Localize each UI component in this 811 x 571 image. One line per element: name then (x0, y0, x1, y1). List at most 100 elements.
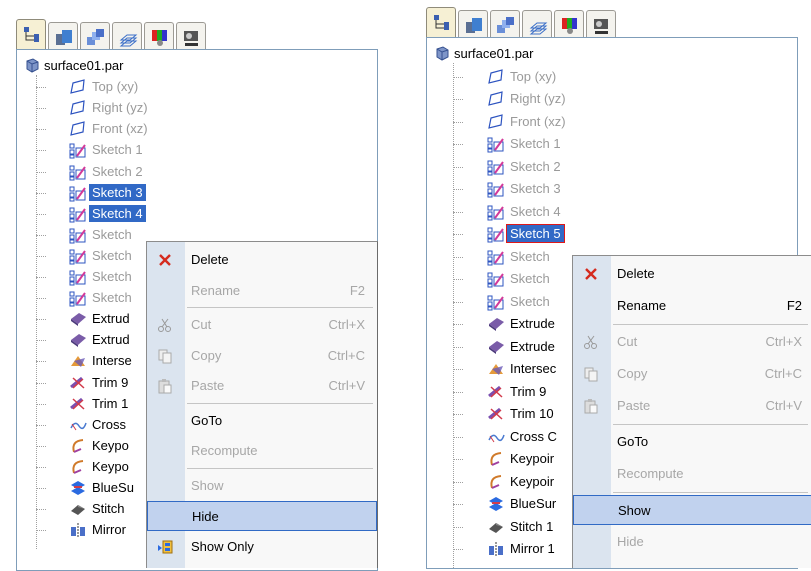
tree-item-label: Sketch (92, 247, 132, 263)
mirror-icon (69, 521, 87, 539)
bluesurf-icon (69, 479, 87, 497)
menu-item-delete[interactable]: Delete (573, 259, 811, 289)
tree-branch-line (36, 171, 46, 174)
trim-icon (69, 395, 87, 413)
tab-assembly[interactable] (80, 22, 110, 50)
tree-branch-line (453, 189, 463, 191)
sketch-icon (487, 270, 505, 288)
tree-item-label: Sketch (510, 293, 550, 309)
menu-item-paste[interactable]: Paste Ctrl+V (147, 371, 377, 401)
tree-item-label: Sketch (92, 226, 132, 242)
tab-part-library[interactable] (48, 22, 78, 50)
menu-item-show[interactable]: Show (147, 471, 377, 501)
right-panel: surface01.par Top (xy) Right (yz) Front (xz… (410, 0, 811, 569)
menu-item-cut[interactable]: Cut Ctrl+X (147, 310, 377, 340)
part-library-icon (56, 30, 72, 45)
menu-shortcut: F2 (786, 298, 802, 313)
plane-icon (69, 120, 87, 138)
tree-connector-line (36, 75, 38, 550)
tab-feature-tree[interactable] (426, 7, 456, 38)
menu-item-label: Show (191, 477, 224, 493)
menu-item-hide[interactable]: Hide (147, 501, 377, 531)
menu-item-label: Paste (617, 398, 651, 413)
tree-item-label: Sketch 3 (510, 181, 561, 196)
menu-item-recompute[interactable]: Recompute (147, 436, 377, 466)
tab-color[interactable] (144, 22, 174, 50)
menu-item-copy[interactable]: Copy Ctrl+C (147, 341, 377, 371)
trim-icon (69, 374, 87, 392)
menu-shortcut: Ctrl+C (327, 347, 365, 363)
tree-item-label: Keypoir (510, 473, 555, 489)
menu-item-hide[interactable]: Hide (573, 527, 811, 557)
menu-item-delete[interactable]: Delete (147, 245, 377, 275)
delete-icon (583, 266, 599, 282)
tab-color[interactable] (554, 10, 584, 38)
tree-item-label: Sketch 4 (89, 204, 146, 222)
tree-branch-line (453, 391, 463, 394)
menu-item-cut[interactable]: Cut Ctrl+X (573, 327, 811, 357)
sketch-icon (69, 163, 87, 181)
bluesurf-icon (487, 495, 505, 513)
part-file-icon (433, 45, 451, 63)
menu-shortcut: Ctrl+V (765, 398, 802, 413)
menu-item-show-only[interactable]: Show Only (147, 532, 377, 562)
menu-item-label: Copy (617, 366, 648, 381)
tab-assembly[interactable] (490, 10, 520, 38)
tree-branch-line (36, 319, 46, 321)
camera-icon (184, 31, 198, 46)
menu-item-rename[interactable]: Rename F2 (147, 276, 377, 306)
menu-item-label: Recompute (617, 466, 684, 481)
paste-icon (583, 398, 599, 414)
tab-layers[interactable] (112, 22, 142, 50)
tree-item-label: Sketch 3 (89, 183, 146, 201)
sketch-icon (487, 158, 505, 176)
tree-item-label: BlueSu (92, 480, 134, 495)
tree-item-label: Intersec (510, 361, 557, 376)
menu-item-label: Show Only (191, 538, 254, 554)
tree-item-label: Interse (92, 353, 132, 369)
menu-separator (613, 492, 808, 493)
tree-branch-line (36, 129, 46, 131)
menu-item-rename[interactable]: Rename F2 (573, 291, 811, 321)
feature-tree-icon (434, 15, 449, 30)
menu-item-label: Hide (617, 534, 644, 549)
color-icon (152, 30, 167, 46)
tree-item-label: Keypo (92, 437, 129, 453)
menu-item-label: Delete (617, 266, 655, 281)
menu-item-label: GoTo (191, 412, 223, 428)
tree-branch-line (36, 192, 46, 195)
extrude-icon (487, 338, 505, 356)
color-icon (562, 18, 577, 34)
tab-camera[interactable] (586, 10, 616, 38)
tab-feature-tree[interactable] (16, 19, 46, 50)
menu-shortcut: Ctrl+X (765, 334, 802, 349)
tree-branch-line (453, 144, 463, 146)
menu-item-show[interactable]: Show (573, 495, 811, 525)
menu-item-goto[interactable]: GoTo (573, 427, 811, 457)
menu-item-recompute[interactable]: Recompute (573, 459, 811, 489)
menu-separator (187, 402, 373, 404)
tree-branch-line (453, 549, 463, 551)
tree-root-label: surface01.par (44, 58, 124, 73)
sketch-icon (487, 293, 505, 311)
tree-branch-line (36, 466, 46, 469)
menu-item-paste[interactable]: Paste Ctrl+V (573, 391, 811, 421)
paste-icon (157, 378, 173, 394)
tree-branch-line (453, 526, 463, 529)
tree-branch-line (453, 76, 463, 79)
right-context-menu: Delete Rename F2 Cut Ctrl+X Copy Ctrl+C Paste Ct… (572, 255, 811, 568)
tab-camera[interactable] (176, 22, 206, 50)
tab-part-library[interactable] (458, 10, 488, 38)
tree-item-label: Front (xz) (92, 121, 148, 137)
menu-item-goto[interactable]: GoTo (147, 406, 377, 436)
tree-branch-line (36, 255, 46, 258)
copy-icon (157, 348, 173, 364)
menu-item-label: GoTo (617, 434, 649, 449)
tree-item-label: Right (yz) (92, 100, 148, 116)
menu-item-copy[interactable]: Copy Ctrl+C (573, 359, 811, 389)
tree-item-label: Top (xy) (510, 68, 557, 84)
cross-icon (487, 428, 505, 446)
mirror-icon (487, 540, 505, 558)
tab-layers[interactable] (522, 10, 552, 38)
tree-branch-line (36, 361, 46, 363)
